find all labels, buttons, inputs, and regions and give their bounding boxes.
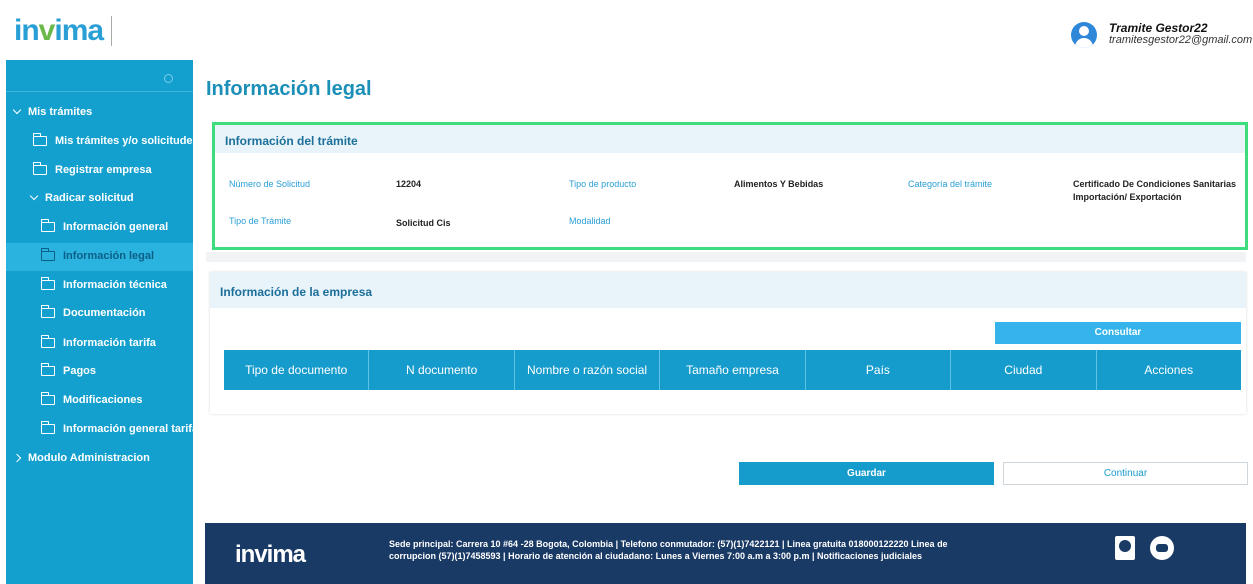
sidebar-item-modificaciones[interactable]: Modificaciones (40, 392, 143, 406)
sidebar-item-label: Información general (63, 221, 169, 233)
tipo-producto-value: Alimentos Y Bebidas (734, 179, 824, 189)
top-bar: in v ima Tramite Gestor22 tramitesgestor… (0, 0, 1253, 60)
footer: invima Sede principal: Carrera 10 #64 -2… (205, 523, 1246, 584)
chevron-right-icon (12, 453, 22, 463)
tramite-info-heading: Información del trámite (215, 125, 1245, 153)
numero-solicitud-label: Número de Solicitud (229, 179, 311, 189)
footer-line-1: Sede principal: Carrera 10 #64 -28 Bogot… (389, 539, 948, 549)
modalidad-label: Modalidad (569, 216, 611, 226)
categoria-tramite-label: Categoría del trámite (908, 179, 993, 189)
folder-icon (40, 277, 55, 290)
sidebar-item-radicar-solicitud[interactable]: Radicar solicitud (29, 191, 134, 204)
iqnet-certification-icon (1150, 536, 1174, 560)
sidebar-item-documentacion[interactable]: Documentación (40, 305, 146, 319)
sidebar-item-informacion-tecnica[interactable]: Información técnica (40, 277, 167, 291)
guardar-button[interactable]: Guardar (739, 462, 994, 485)
column-header[interactable]: Tipo de documento (224, 350, 370, 390)
folder-icon (32, 162, 47, 175)
footer-contact-text: Sede principal: Carrera 10 #64 -28 Bogot… (389, 538, 1069, 562)
folder-icon (40, 248, 55, 261)
folder-icon (40, 305, 55, 318)
sidebar-item-informacion-legal[interactable]: Información legal (40, 248, 155, 262)
sidebar-item-label: Información tarifa (63, 337, 156, 349)
column-header[interactable]: Tamaño empresa (660, 350, 806, 390)
user-info: Tramite Gestor22 tramitesgestor22@gmail.… (1109, 22, 1252, 46)
folder-icon (40, 392, 55, 405)
sidebar-item-label: Información legal (63, 250, 155, 262)
tipo-tramite-value: Solicitud Cis (396, 218, 451, 228)
logo-text-in: in (14, 14, 40, 47)
column-header[interactable]: Acciones (1097, 350, 1241, 390)
logo-text-ima: ima (54, 14, 104, 47)
sidebar-item-pagos[interactable]: Pagos (40, 363, 97, 377)
invima-logo[interactable]: in v ima (14, 14, 113, 47)
sidebar-item-label: Mis trámites (28, 106, 93, 118)
categoria-tramite-value-line2: Importación/ Exportación (1073, 192, 1182, 202)
tramite-info-card: Información del trámite Número de Solici… (212, 122, 1248, 250)
column-header[interactable]: Ciudad (951, 350, 1097, 390)
collapse-icon[interactable] (164, 74, 173, 83)
chevron-down-icon (12, 105, 22, 115)
column-header[interactable]: N documento (369, 350, 515, 390)
sidebar-item-mis-tramites[interactable]: Mis trámites (12, 105, 93, 118)
categoria-tramite-value-line1: Certificado De Condiciones Sanitarias (1073, 179, 1237, 189)
sidebar-item-informacion-general[interactable]: Información general (40, 219, 169, 233)
footer-logo: invima (235, 541, 306, 568)
sidebar-item-modulo-administracion[interactable]: Modulo Administracion (12, 452, 150, 464)
sidebar-item-label: Pagos (63, 365, 97, 377)
sidebar-item-label: Modulo Administracion (28, 452, 150, 464)
sidebar-header (6, 60, 193, 92)
folder-icon (40, 421, 55, 434)
sidebar-item-informacion-tarifa[interactable]: Información tarifa (40, 335, 156, 349)
logo-divider (111, 16, 113, 46)
section-divider (206, 252, 1246, 262)
user-avatar-icon[interactable] (1071, 22, 1097, 48)
empresa-info-heading: Información de la empresa (210, 272, 1246, 308)
continuar-button[interactable]: Continuar (1003, 462, 1248, 485)
sidebar-item-label: Radicar solicitud (45, 192, 134, 204)
tipo-producto-label: Tipo de producto (569, 179, 637, 189)
sidebar-item-label: Información técnica (63, 279, 167, 291)
chevron-down-icon (29, 191, 39, 201)
sidebar-item-label: Documentación (63, 307, 146, 319)
empresa-info-card: Información de la empresa Consultar Tipo… (210, 272, 1246, 414)
sidebar-item-registrar-empresa[interactable]: Registrar empresa (32, 162, 152, 176)
iso-certification-icon (1115, 536, 1135, 560)
sidebar-item-informacion-general-tarifa[interactable]: Información general tarifa (40, 421, 199, 435)
logo-text-v: v (38, 14, 56, 47)
sidebar-item-label: Mis trámites y/o solicitudes (55, 135, 199, 147)
empresa-table-header: Tipo de documento N documento Nombre o r… (224, 350, 1241, 390)
tipo-tramite-label: Tipo de Trámite (229, 216, 292, 226)
footer-line-2: corrupcion (57)(1)7458593 | Horario de a… (389, 551, 923, 561)
sidebar-item-label: Información general tarifa (63, 423, 199, 435)
consultar-button[interactable]: Consultar (995, 322, 1241, 344)
folder-icon (40, 219, 55, 232)
user-name: Tramite Gestor22 (1109, 21, 1208, 35)
folder-icon (32, 133, 47, 146)
column-header[interactable]: País (806, 350, 952, 390)
sidebar-item-mis-tramites-solicitudes[interactable]: Mis trámites y/o solicitudes (32, 133, 199, 147)
folder-icon (40, 363, 55, 376)
folder-icon (40, 335, 55, 348)
user-email: tramitesgestor22@gmail.com (1109, 34, 1253, 46)
numero-solicitud-value: 12204 (396, 179, 422, 189)
sidebar-item-label: Registrar empresa (55, 164, 152, 176)
sidebar-item-label: Modificaciones (63, 394, 143, 406)
column-header[interactable]: Nombre o razón social (515, 350, 661, 390)
page-title: Información legal (206, 78, 372, 100)
user-menu[interactable]: Tramite Gestor22 tramitesgestor22@gmail.… (1071, 22, 1252, 48)
sidebar: Mis trámites Mis trámites y/o solicitude… (6, 60, 199, 584)
